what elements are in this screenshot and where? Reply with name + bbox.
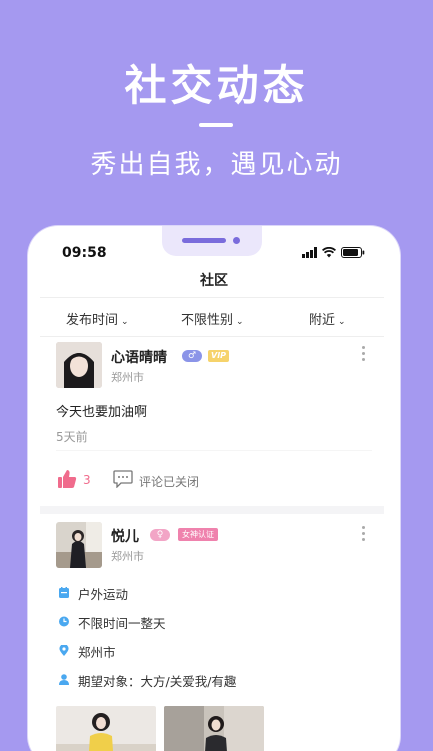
signal-icon xyxy=(302,247,317,258)
post-city: 郑州市 xyxy=(111,371,144,384)
filter-gender[interactable]: 不限性别 ⌄ xyxy=(181,309,244,328)
post-photo-image xyxy=(56,706,156,751)
chevron-down-icon: ⌄ xyxy=(236,317,244,327)
filter-divider xyxy=(40,336,384,337)
status-time: 09:58 xyxy=(62,245,107,261)
location-pin-icon xyxy=(59,645,69,656)
battery-icon xyxy=(341,247,365,258)
clock-icon xyxy=(59,616,69,627)
more-options-icon[interactable] xyxy=(360,526,366,546)
post-location: 郑州市 xyxy=(78,645,116,660)
post-time: 5天前 xyxy=(56,430,88,444)
chevron-down-icon: ⌄ xyxy=(338,317,346,327)
comment-status: 评论已关闭 xyxy=(139,475,200,489)
phone-frame: 09:58 社区 发布时间 ⌄ 不限性别 ⌄ 附近 ⌄ 心语晴晴 ♂ VIP 郑… xyxy=(28,226,400,751)
chevron-down-icon: ⌄ xyxy=(121,317,129,327)
notch-dot xyxy=(233,237,240,244)
activity-icon xyxy=(59,587,69,598)
avatar[interactable] xyxy=(56,522,102,568)
post-activity: 户外运动 xyxy=(78,587,129,602)
hero-title: 社交动态 xyxy=(124,61,309,110)
post-separator xyxy=(40,506,384,514)
avatar[interactable] xyxy=(56,342,102,388)
filter-label: 发布时间 xyxy=(66,313,119,328)
more-options-icon[interactable] xyxy=(360,346,366,366)
goddess-verified-badge: 女神认证 xyxy=(178,528,218,541)
post-photo[interactable] xyxy=(164,706,264,751)
filter-bar: 发布时间 ⌄ 不限性别 ⌄ 附近 ⌄ xyxy=(40,299,384,335)
female-icon: ♀ xyxy=(150,529,170,541)
comment-icon[interactable] xyxy=(113,470,133,488)
filter-label: 附近 xyxy=(309,313,336,328)
header-divider xyxy=(40,297,384,298)
avatar-image xyxy=(56,342,102,388)
post-divider xyxy=(56,450,372,451)
post-photo-image xyxy=(164,706,264,751)
phone-notch xyxy=(162,226,262,256)
avatar-image xyxy=(56,522,102,568)
like-icon[interactable] xyxy=(57,469,77,489)
post-city: 郑州市 xyxy=(111,550,144,563)
post-author-name[interactable]: 心语晴晴 xyxy=(111,347,167,367)
post-author-name[interactable]: 悦儿 xyxy=(111,526,139,546)
person-icon xyxy=(59,674,69,685)
vip-badge: VIP xyxy=(208,350,230,362)
male-icon: ♂ xyxy=(182,350,202,362)
hero-subtitle: 秀出自我，遇见心动 xyxy=(90,150,343,180)
filter-label: 不限性别 xyxy=(181,313,234,328)
page-title: 社区 xyxy=(200,273,228,289)
post-text: 今天也要加油啊 xyxy=(56,405,148,420)
post-expectation: 期望对象：大方/关爱我/有趣 xyxy=(78,674,237,689)
post-photo[interactable] xyxy=(56,706,156,751)
notch-pill xyxy=(182,238,226,243)
wifi-icon xyxy=(322,247,336,258)
hero-divider xyxy=(199,123,233,127)
like-count: 3 xyxy=(83,473,91,487)
filter-publish-time[interactable]: 发布时间 ⌄ xyxy=(66,309,129,328)
filter-nearby[interactable]: 附近 ⌄ xyxy=(309,309,346,328)
post-schedule: 不限时间一整天 xyxy=(78,616,166,631)
